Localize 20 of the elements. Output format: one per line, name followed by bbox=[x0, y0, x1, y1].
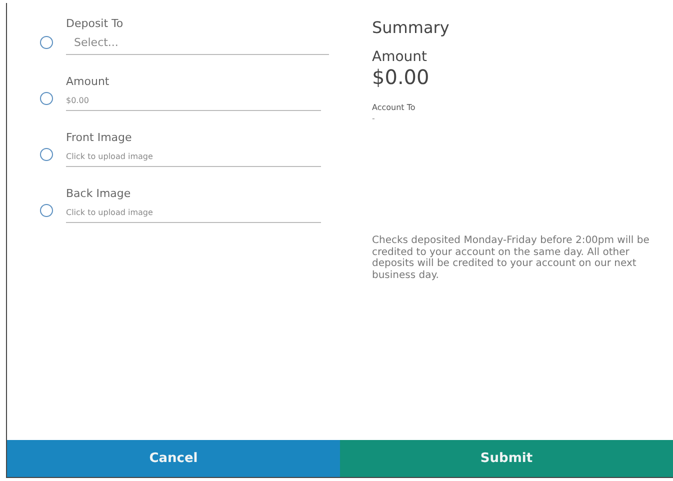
cancel-button[interactable]: Cancel bbox=[7, 440, 340, 477]
radio-button[interactable] bbox=[40, 92, 53, 105]
amount-value: $0.00 bbox=[372, 65, 430, 89]
submit-button[interactable]: Submit bbox=[340, 440, 673, 477]
radio-button[interactable] bbox=[40, 36, 53, 49]
amount-label: Amount bbox=[372, 49, 428, 65]
summary-title: Summary bbox=[372, 18, 450, 37]
radio-button[interactable] bbox=[40, 148, 53, 161]
field-label: Front Image bbox=[66, 131, 133, 144]
field-label: Deposit To bbox=[66, 17, 124, 30]
upload-field[interactable]: Click to upload image bbox=[66, 206, 321, 223]
upload-field[interactable]: Click to upload image bbox=[66, 150, 321, 167]
account-value: - bbox=[372, 114, 376, 123]
field-label: Back Image bbox=[66, 187, 132, 200]
deposit-note: Checks deposited Monday-Friday before 2:00pm will be credited to your account on the same day. All other deposits will be credited to your account on our next business day. bbox=[372, 235, 650, 281]
select-field[interactable]: Select... bbox=[66, 34, 329, 55]
amount-field[interactable]: $0.00 bbox=[66, 94, 321, 111]
field-label: Amount bbox=[66, 75, 110, 88]
account-label: Account To bbox=[372, 103, 416, 112]
radio-button[interactable] bbox=[40, 204, 53, 217]
